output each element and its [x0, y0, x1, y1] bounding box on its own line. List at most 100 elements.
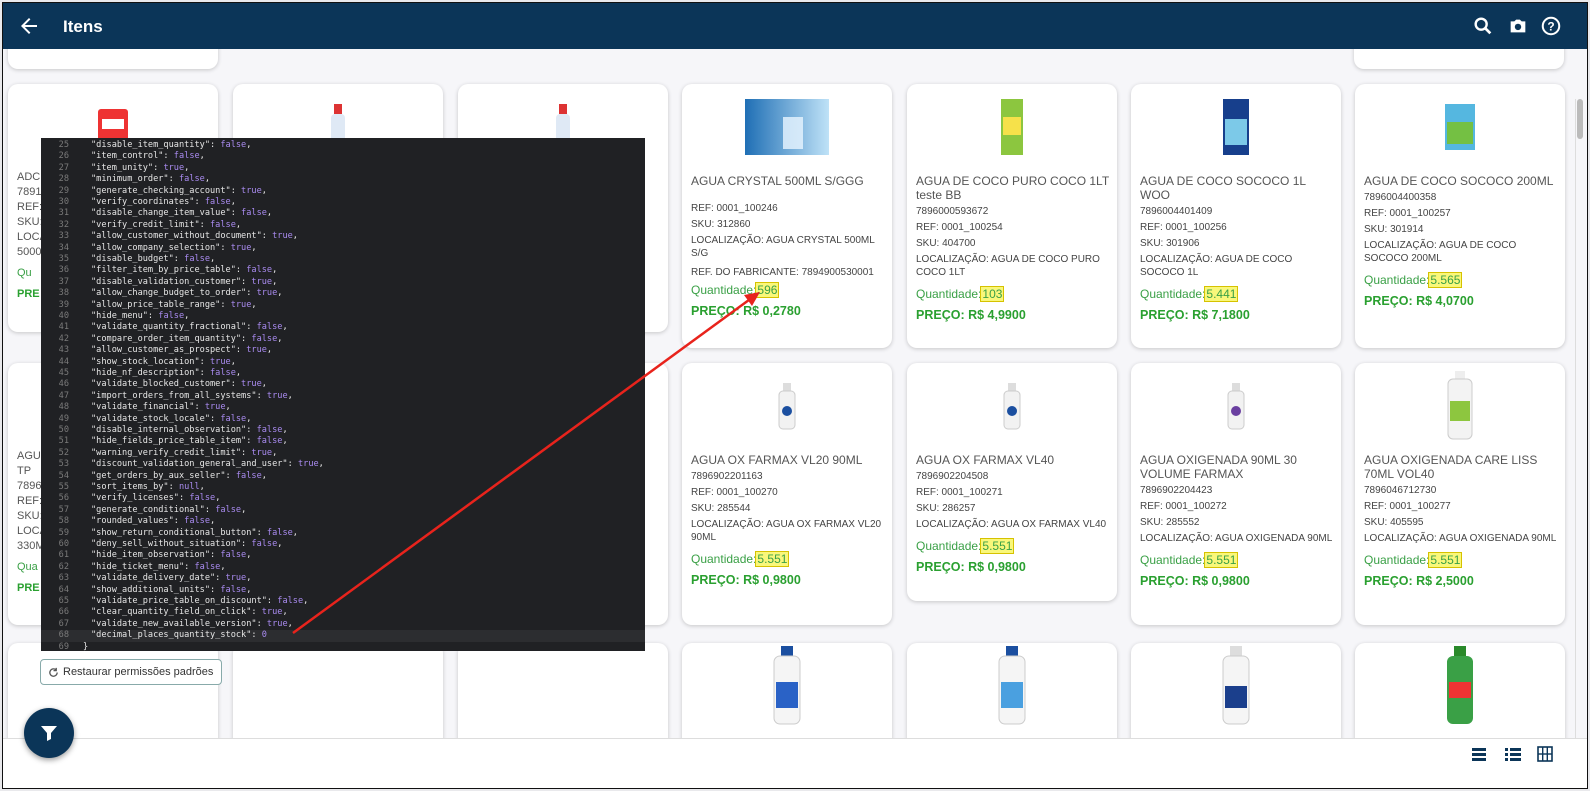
code-line[interactable]: "hide_item_observation": false,	[91, 550, 251, 560]
quantity-value: 596	[755, 282, 780, 298]
code-line[interactable]: "validate_quantity_fractional": false,	[91, 322, 288, 332]
code-line[interactable]: "warning_verify_credit_limit": true,	[91, 448, 277, 458]
product-location: LOCALIZAÇÃO: AGUA OX FARMAX VL20 90ML	[691, 519, 882, 543]
arrow-back-icon[interactable]	[17, 14, 41, 38]
camera-icon[interactable]	[1507, 15, 1529, 37]
code-line[interactable]: "hide_ticket_menu": false,	[91, 562, 226, 572]
code-line[interactable]: "show_additional_units": false,	[91, 585, 251, 595]
code-line[interactable]: "disable_item_quantity": false,	[91, 140, 251, 150]
product-card[interactable]: AGUA DE COCO SOCOCO 1L WOO 7896004401409…	[1131, 84, 1341, 348]
code-line[interactable]: "verify_coordinates": false,	[91, 197, 236, 207]
line-number: 63	[58, 573, 69, 584]
help-icon[interactable]: ?	[1540, 15, 1562, 37]
code-line[interactable]: "import_orders_from_all_systems": true,	[91, 391, 293, 401]
product-card-partial[interactable]	[1354, 49, 1564, 69]
refresh-icon	[49, 667, 58, 677]
code-line[interactable]: "clear_quantity_field_on_click": true,	[91, 607, 288, 617]
grid-icon[interactable]	[1536, 745, 1554, 763]
code-line[interactable]: "item_unity": true,	[91, 163, 189, 173]
code-line[interactable]: "disable_budget": false,	[91, 254, 215, 264]
product-ean: 7896000593672	[916, 206, 989, 217]
code-line[interactable]: "disable_internal_observation": false,	[91, 425, 288, 435]
code-line[interactable]: "hide_nf_description": false,	[91, 368, 241, 378]
code-line[interactable]: "minimum_order": false,	[91, 174, 210, 184]
code-line[interactable]: "disable_validation_customer": true,	[91, 277, 277, 287]
code-line[interactable]: "verify_licenses": false,	[91, 493, 220, 503]
list-compact-icon[interactable]	[1470, 745, 1488, 763]
code-line[interactable]: "validate_financial": true,	[91, 402, 231, 412]
code-line[interactable]: "item_control": false,	[91, 151, 205, 161]
product-card[interactable]: AGUA OXIGENADA CARE LISS 70ML VOL40 7896…	[1355, 363, 1565, 625]
product-card[interactable]: AGUA DE COCO SOCOCO 200ML 7896004400358 …	[1355, 84, 1565, 348]
code-line[interactable]: "filter_item_by_price_table": false,	[91, 265, 277, 275]
product-image	[907, 371, 1117, 441]
code-line[interactable]: "get_orders_by_aux_seller": false,	[91, 471, 267, 481]
product-image	[682, 92, 892, 162]
scrollbar[interactable]	[1575, 99, 1583, 779]
quantity-value: 5.441	[1204, 286, 1239, 302]
line-number: 38	[58, 288, 69, 299]
line-number: 29	[58, 185, 69, 196]
app-bar: Itens ?	[3, 3, 1587, 49]
code-line[interactable]: "validate_delivery_date": true,	[91, 573, 251, 583]
line-number: 35	[58, 254, 69, 264]
product-ref: REF: 0001_100277	[1364, 501, 1451, 512]
code-line[interactable]: "allow_customer_without_document": true,	[91, 231, 298, 241]
code-line[interactable]: "generate_checking_account": true,	[91, 186, 267, 196]
line-number: 32	[58, 219, 69, 230]
product-card[interactable]: AGUA OX FARMAX VL40 7896902204508 REF: 0…	[907, 363, 1117, 601]
line-number: 44	[58, 356, 69, 367]
product-location: LOCALIZAÇÃO: AGUA CRYSTAL 500ML S/G	[691, 235, 875, 259]
filter-button[interactable]	[24, 708, 74, 758]
code-line[interactable]: "validate_new_available_version": true,	[91, 619, 293, 629]
code-line[interactable]: "verify_credit_limit": false,	[91, 220, 241, 230]
code-line[interactable]: "disable_change_item_value": false,	[91, 208, 272, 218]
code-line[interactable]: "discount_validation_general_and_user": …	[91, 459, 324, 469]
line-number: 52	[58, 447, 69, 458]
restore-permissions-button[interactable]: Restaurar permissões padrões	[40, 659, 223, 685]
list-icon[interactable]	[1504, 745, 1522, 763]
product-name: AGUA OXIGENADA CARE LISS 70ML VOL40	[1364, 453, 1538, 481]
code-line[interactable]: "allow_price_table_range": true,	[91, 300, 257, 310]
line-number: 45	[58, 368, 69, 378]
product-card[interactable]: AGUA OX FARMAX VL20 90ML 7896902201163 R…	[682, 363, 892, 625]
line-number: 34	[58, 242, 69, 253]
product-image	[1131, 646, 1341, 725]
code-line[interactable]: "allow_change_budget_to_order": true,	[91, 288, 282, 298]
code-line[interactable]: "decimal_places_quantity_stock": 0	[91, 630, 267, 640]
code-line[interactable]: "validate_blocked_customer": true,	[91, 379, 267, 389]
product-name: AGUA CRYSTAL 500ML S/GGG	[691, 174, 864, 188]
code-line[interactable]: "hide_fields_price_table_item": false,	[91, 436, 288, 446]
product-card[interactable]: AGUA DE COCO PURO COCO 1LT teste BB 7896…	[907, 84, 1117, 348]
code-line[interactable]: }	[83, 642, 88, 651]
product-location: LOCALIZAÇÃO: AGUA OXIGENADA 90ML	[1140, 533, 1333, 544]
product-card[interactable]: AGUA OXIGENADA 90ML 30 VOLUME FARMAX 789…	[1131, 363, 1341, 625]
code-line[interactable]: "compare_order_item_quantity": false,	[91, 334, 282, 344]
product-quantity: Quantidade:103	[916, 286, 1005, 302]
product-name: AGUA DE COCO SOCOCO 200ML	[1364, 174, 1554, 188]
product-ean: 7896902201163	[691, 471, 763, 482]
product-sku: SKU: 285552	[1140, 517, 1200, 528]
quantity-value: 5.551	[980, 538, 1015, 554]
code-line[interactable]: "rounded_values": false,	[91, 516, 215, 526]
product-sku: SKU: 286257	[916, 503, 976, 514]
code-line[interactable]: "show_stock_location": true,	[91, 357, 236, 367]
line-number: 49	[58, 413, 69, 424]
code-line[interactable]: "show_return_conditional_button": false,	[91, 528, 298, 538]
product-ref: REF: 0001_100256	[1140, 222, 1227, 233]
code-line[interactable]: "allow_customer_as_prospect": true,	[91, 345, 272, 355]
code-line[interactable]: "validate_stock_locale": false,	[91, 414, 251, 424]
product-image	[907, 92, 1117, 162]
code-line[interactable]: "sort_items_by": null,	[91, 482, 205, 492]
code-line[interactable]: "generate_conditional": false,	[91, 505, 246, 515]
code-line[interactable]: "deny_sell_without_situation": false,	[91, 539, 282, 549]
code-line[interactable]: "hide_menu": false,	[91, 311, 189, 321]
search-icon[interactable]	[1472, 15, 1494, 37]
product-sku: SKU: 301914	[1364, 224, 1424, 235]
code-line[interactable]: "validate_price_table_on_discount": fals…	[91, 596, 308, 606]
code-line[interactable]: "allow_company_selection": true,	[91, 243, 257, 253]
product-image	[1355, 646, 1565, 724]
product-ref: REF: 0001_100257	[1364, 208, 1451, 219]
product-card[interactable]: AGUA CRYSTAL 500ML S/GGG REF: 0001_10024…	[682, 84, 892, 348]
product-card-partial[interactable]	[8, 49, 218, 69]
